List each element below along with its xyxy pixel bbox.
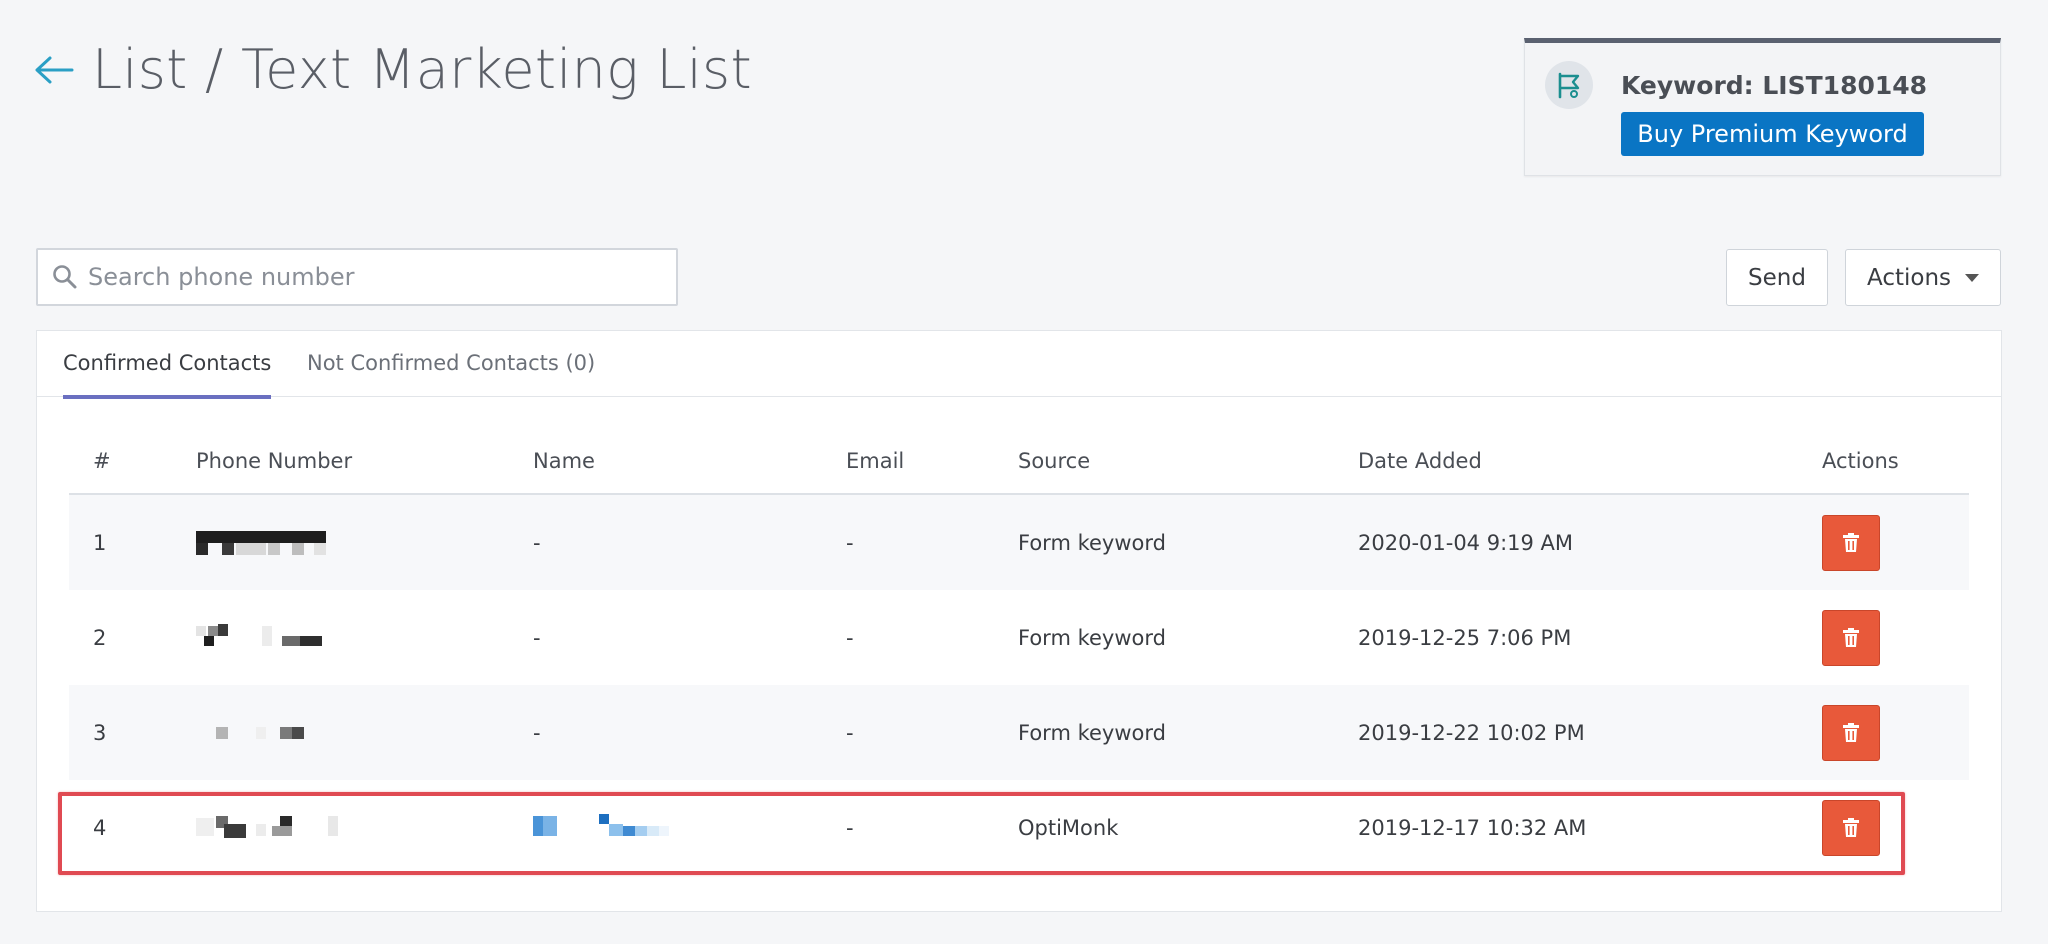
contact-name: - [533, 625, 541, 650]
redacted-phone [196, 780, 338, 875]
actions-dropdown-button[interactable]: Actions [1845, 249, 2001, 306]
tab-bar: Confirmed Contacts Not Confirmed Contact… [37, 331, 2001, 399]
redacted-phone [196, 590, 336, 685]
column-header-email: Email [846, 449, 905, 473]
contact-email: - [846, 530, 854, 555]
contact-source: Form keyword [1018, 530, 1166, 555]
contact-source: Form keyword [1018, 625, 1166, 650]
column-header-name: Name [533, 449, 595, 473]
delete-contact-button[interactable] [1822, 704, 1880, 761]
redacted-phone [196, 685, 336, 780]
search-input[interactable] [88, 263, 676, 291]
table-header: # Phone Number Name Email Source Date Ad… [69, 435, 1969, 495]
column-header-actions: Actions [1822, 449, 1899, 473]
contact-email: - [846, 815, 854, 840]
delete-contact-button[interactable] [1822, 609, 1880, 666]
contact-source: Form keyword [1018, 720, 1166, 745]
chevron-down-icon [1965, 273, 1979, 282]
tab-not-confirmed-contacts[interactable]: Not Confirmed Contacts (0) [307, 351, 595, 375]
contact-source: OptiMonk [1018, 815, 1119, 840]
row-number: 1 [93, 530, 107, 555]
column-header-number: # [93, 449, 111, 473]
contacts-table: # Phone Number Name Email Source Date Ad… [69, 435, 1969, 875]
column-header-source: Source [1018, 449, 1091, 473]
contacts-panel: Confirmed Contacts Not Confirmed Contact… [36, 330, 2002, 912]
row-number: 3 [93, 720, 107, 745]
row-actions [1822, 590, 1880, 685]
delete-contact-button[interactable] [1822, 799, 1880, 856]
page-header: List / Text Marketing List [34, 38, 752, 101]
contact-date-added: 2020-01-04 9:19 AM [1358, 530, 1574, 555]
row-number: 2 [93, 625, 107, 650]
keyword-card: Keyword: LIST180148 Buy Premium Keyword [1524, 38, 2001, 176]
redacted-name [533, 780, 683, 875]
row-actions [1822, 495, 1880, 590]
row-actions [1822, 780, 1880, 875]
page-title: List / Text Marketing List [92, 38, 752, 101]
buy-premium-keyword-button[interactable]: Buy Premium Keyword [1621, 112, 1924, 156]
contact-date-added: 2019-12-25 7:06 PM [1358, 625, 1572, 650]
trash-icon [1843, 532, 1859, 552]
search-box[interactable] [36, 248, 678, 306]
column-header-phone: Phone Number [196, 449, 353, 473]
row-actions [1822, 685, 1880, 780]
flag-icon [1545, 61, 1593, 109]
trash-icon [1843, 817, 1859, 837]
search-icon [53, 265, 77, 289]
trash-icon [1843, 627, 1859, 647]
table-row: 4 - OptiMonk 2019-12-17 10:32 AM [69, 780, 1969, 875]
column-header-date-added: Date Added [1358, 449, 1482, 473]
trash-icon [1843, 722, 1859, 742]
contact-date-added: 2019-12-17 10:32 AM [1358, 815, 1587, 840]
send-button[interactable]: Send [1726, 249, 1828, 306]
contact-name: - [533, 530, 541, 555]
row-number: 4 [93, 815, 107, 840]
contact-name: - [533, 720, 541, 745]
contact-email: - [846, 720, 854, 745]
delete-contact-button[interactable] [1822, 514, 1880, 571]
redacted-phone [196, 495, 336, 590]
keyword-label: Keyword: LIST180148 [1621, 71, 1928, 100]
back-arrow-icon[interactable] [34, 48, 78, 92]
tab-confirmed-contacts[interactable]: Confirmed Contacts [63, 351, 272, 399]
page: List / Text Marketing List Keyword: LIST… [0, 0, 2048, 944]
actions-dropdown-label: Actions [1866, 264, 1951, 291]
table-row: 3 - - Form keyword 2019-12-22 10:02 PM [69, 685, 1969, 780]
table-row: 2 - - Form keyword 2019-12-25 7:06 PM [69, 590, 1969, 685]
contact-email: - [846, 625, 854, 650]
table-row: 1 - - Form keyword 2020-01-04 9:19 AM [69, 495, 1969, 590]
contact-date-added: 2019-12-22 10:02 PM [1358, 720, 1585, 745]
